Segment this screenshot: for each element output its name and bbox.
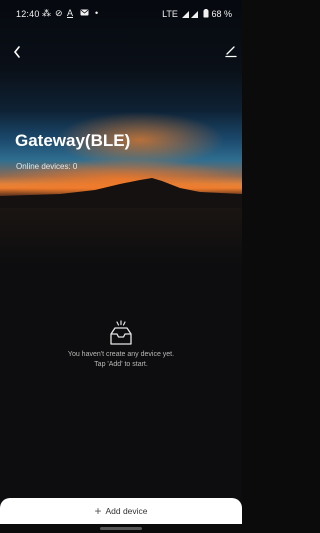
chevron-left-icon [13,46,20,58]
dot-icon: • [95,8,99,18]
back-button[interactable] [12,44,30,64]
edit-icon [225,46,237,58]
network-label: LTE [162,9,178,19]
status-bar: 12:40 ⁂ ⊘ A • LTE 68 % [0,0,242,28]
status-time: 12:40 [16,9,40,19]
battery-label: 68 % [211,9,232,19]
text-a-icon: A [67,8,74,18]
status-right: LTE 68 % [162,9,232,19]
gateway-title: Gateway(BLE) [15,131,131,150]
add-device-label: Add device [105,506,148,516]
gateway-screen: 12:40 ⁂ ⊘ A • LTE 68 % Gateway(BLE) Onli… [0,0,242,533]
add-device-button[interactable]: + Add device [0,498,242,524]
navigation-bar [0,524,242,533]
mountain-silhouette [0,178,242,208]
empty-inbox-icon [110,320,132,345]
empty-message: You haven't create any device yet. [67,351,175,358]
nearby-share-icon: ⁂ [42,8,51,18]
home-indicator[interactable] [100,527,142,530]
do-not-disturb-icon: ⊘ [55,8,63,18]
mail-icon [80,8,89,19]
plus-icon: + [94,504,102,518]
battery-icon [203,9,209,18]
online-devices-count: Online devices: 0 [16,162,78,171]
signal-icon [182,11,199,18]
empty-hint: Tap 'Add' to start. [94,361,148,368]
edit-button[interactable] [224,44,240,60]
